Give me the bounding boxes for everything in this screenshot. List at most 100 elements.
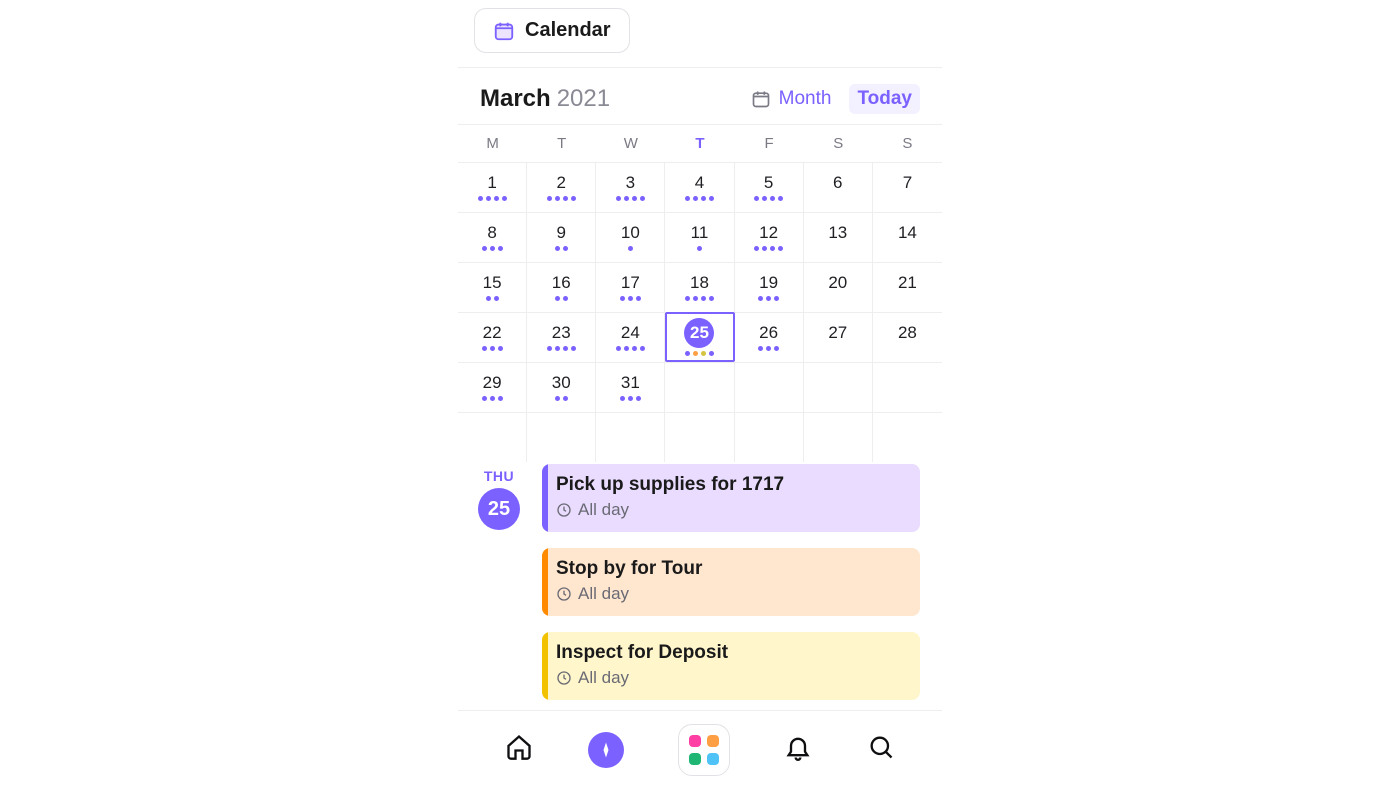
day-cell-13[interactable]: 13 [804,212,873,262]
day-cell-9[interactable]: 9 [527,212,596,262]
day-cell-20[interactable]: 20 [804,262,873,312]
day-number: 18 [690,273,709,293]
view-switch-label: Month [779,88,832,110]
day-cell-empty [804,412,873,462]
day-cell-11[interactable]: 11 [665,212,734,262]
day-cell-12[interactable]: 12 [735,212,804,262]
calendar-small-icon [751,89,771,109]
compass-icon [596,740,616,760]
event-dots [482,346,503,352]
day-number: 28 [898,323,917,343]
day-number: 3 [626,173,635,193]
day-cell-2[interactable]: 2 [527,162,596,212]
home-icon [505,733,533,761]
event-color-bar [542,548,548,616]
weekday-header: MTWTFSS [458,124,942,162]
day-number: 17 [621,273,640,293]
event-dots [482,396,503,402]
day-cell-31[interactable]: 31 [596,362,665,412]
day-cell-4[interactable]: 4 [665,162,734,212]
event-time-row: All day [556,500,906,520]
event-dots [697,246,702,252]
day-cell-19[interactable]: 19 [735,262,804,312]
event-title: Pick up supplies for 1717 [556,474,906,496]
event-dots [628,246,633,252]
event-color-bar [542,632,548,700]
nav-search[interactable] [867,733,895,766]
day-cell-10[interactable]: 10 [596,212,665,262]
weekday-cell: T [527,125,596,162]
day-cell-22[interactable]: 22 [458,312,527,362]
day-cell-26[interactable]: 26 [735,312,804,362]
day-cell-empty [596,412,665,462]
day-cell-21[interactable]: 21 [873,262,942,312]
event-dots [754,196,783,202]
day-number: 21 [898,273,917,293]
day-cell-30[interactable]: 30 [527,362,596,412]
day-cell-23[interactable]: 23 [527,312,596,362]
event-dots [486,296,499,302]
day-cell-3[interactable]: 3 [596,162,665,212]
day-number: 7 [903,173,912,193]
event-dots [555,296,568,302]
apps-dot-orange-icon [707,735,719,747]
clock-icon [556,586,572,602]
event-card[interactable]: Stop by for Tour All day [542,548,920,616]
day-number: 15 [483,273,502,293]
day-number: 11 [691,223,709,243]
view-switch-button[interactable]: Month [751,88,832,110]
today-button[interactable]: Today [849,84,920,114]
event-dots [620,296,641,302]
apps-dot-pink-icon [689,735,701,747]
day-cell-16[interactable]: 16 [527,262,596,312]
day-number: 6 [833,173,842,193]
day-number: 19 [759,273,778,293]
day-cell-8[interactable]: 8 [458,212,527,262]
day-cell-24[interactable]: 24 [596,312,665,362]
bottom-nav [458,710,942,788]
event-card[interactable]: Inspect for Deposit All day [542,632,920,700]
event-time-label: All day [578,584,629,604]
nav-explore[interactable] [588,732,624,768]
event-title: Inspect for Deposit [556,642,906,664]
day-cell-18[interactable]: 18 [665,262,734,312]
calendar-icon [493,20,515,42]
nav-apps[interactable] [678,724,730,776]
day-number: 16 [552,273,571,293]
weekday-cell: S [804,125,873,162]
day-cell-29[interactable]: 29 [458,362,527,412]
day-cell-empty [527,412,596,462]
day-cell-empty [873,412,942,462]
calendar-screen: Calendar March2021 Month Today MTWTFSS 1… [458,0,942,788]
day-cell-15[interactable]: 15 [458,262,527,312]
event-dots [547,196,576,202]
nav-home[interactable] [505,733,533,766]
day-number: 25 [690,323,709,343]
event-dots [482,246,503,252]
event-card[interactable]: Pick up supplies for 1717 All day [542,464,920,532]
nav-alerts[interactable] [784,733,812,766]
apps-dot-blue-icon [707,753,719,765]
day-number: 8 [487,223,496,243]
event-dots [547,346,576,352]
event-dots [758,346,779,352]
event-title: Stop by for Tour [556,558,906,580]
calendar-tab-button[interactable]: Calendar [474,8,630,53]
day-cell-6[interactable]: 6 [804,162,873,212]
day-number: 20 [828,273,847,293]
month-title: March2021 [480,85,610,113]
day-cell-7[interactable]: 7 [873,162,942,212]
day-cell-25[interactable]: 25 [665,312,734,362]
event-date-column: THU 25 [474,462,524,700]
day-cell-14[interactable]: 14 [873,212,942,262]
day-cell-27[interactable]: 27 [804,312,873,362]
day-number: 4 [695,173,704,193]
day-cell-5[interactable]: 5 [735,162,804,212]
day-cell-28[interactable]: 28 [873,312,942,362]
day-cell-1[interactable]: 1 [458,162,527,212]
day-number: 12 [759,223,778,243]
day-cell-17[interactable]: 17 [596,262,665,312]
day-cell-empty [665,412,734,462]
month-header: March2021 Month Today [458,68,942,124]
day-number: 30 [552,373,571,393]
